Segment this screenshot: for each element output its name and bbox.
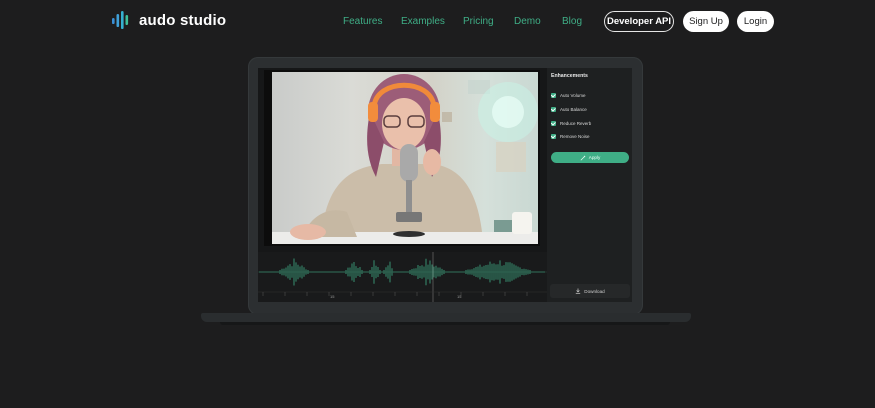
checkbox-checked-icon[interactable]	[551, 134, 556, 139]
laptop-base-shadow	[220, 322, 670, 325]
magic-wand-icon	[580, 154, 586, 160]
editor-screen: 15 15 Enhancements Auto Volume Auto Bala…	[258, 68, 632, 302]
nav-link-blog[interactable]: Blog	[562, 16, 582, 27]
option-auto-balance[interactable]: Auto Balance	[551, 107, 587, 112]
waveform-graphic	[258, 252, 547, 302]
download-button[interactable]: Download	[550, 284, 630, 298]
laptop-mockup: 15 15 Enhancements Auto Volume Auto Bala…	[248, 57, 643, 315]
option-reduce-reverb[interactable]: Reduce Reverb	[551, 121, 591, 126]
podcaster-illustration	[272, 74, 538, 244]
laptop-base	[201, 313, 691, 322]
brand-name: audo studio	[139, 11, 227, 29]
download-icon	[576, 288, 581, 294]
nav-link-features[interactable]: Features	[343, 16, 382, 27]
option-auto-volume[interactable]: Auto Volume	[551, 93, 586, 98]
sign-up-button[interactable]: Sign Up	[683, 11, 729, 32]
nav-link-pricing[interactable]: Pricing	[463, 16, 494, 27]
developer-api-button[interactable]: Developer API	[604, 11, 674, 32]
nav-link-examples[interactable]: Examples	[401, 16, 445, 27]
audio-bars-logo-icon	[112, 11, 129, 29]
video-frame-image	[272, 72, 538, 244]
ruler-label-2: 15	[457, 294, 462, 299]
video-preview[interactable]	[264, 70, 540, 246]
option-label: Reduce Reverb	[560, 121, 592, 126]
checkbox-checked-icon[interactable]	[551, 121, 556, 126]
option-remove-noise[interactable]: Remove Noise	[551, 134, 590, 139]
apply-button[interactable]: Apply	[551, 152, 629, 163]
login-button[interactable]: Login	[737, 11, 774, 32]
ruler-label-1: 15	[330, 294, 335, 299]
option-label: Remove Noise	[560, 134, 590, 139]
apply-button-label: Apply	[588, 155, 601, 160]
brand-logo[interactable]: audo studio	[111, 10, 226, 30]
enhancements-title: Enhancements	[551, 73, 588, 79]
enhancements-panel: Enhancements Auto Volume Auto Balance Re…	[547, 68, 632, 302]
checkbox-checked-icon[interactable]	[551, 93, 556, 98]
nav-link-demo[interactable]: Demo	[514, 16, 541, 27]
checkbox-checked-icon[interactable]	[551, 107, 556, 112]
option-label: Auto Volume	[560, 93, 586, 98]
download-button-label: Download	[584, 288, 605, 294]
option-label: Auto Balance	[560, 107, 587, 112]
audio-waveform-timeline[interactable]: 15 15	[258, 252, 547, 302]
